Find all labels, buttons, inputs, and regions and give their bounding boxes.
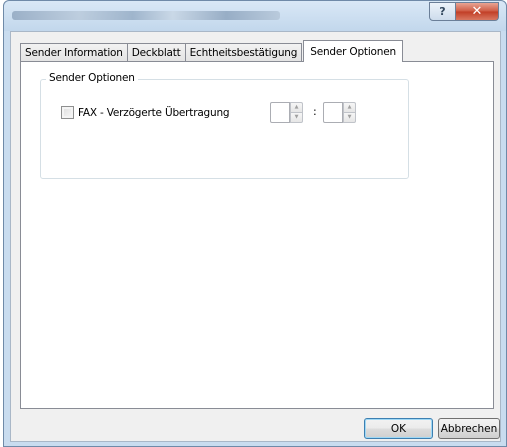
group-title: Sender Optionen bbox=[46, 72, 138, 84]
minutes-spin-buttons: ▲ ▼ bbox=[343, 102, 356, 123]
tab-panel: Sender Optionen FAX - Verzögerte Übertra… bbox=[20, 61, 494, 409]
sender-options-group: Sender Optionen FAX - Verzögerte Übertra… bbox=[40, 72, 409, 179]
minutes-spinner[interactable]: ▲ ▼ bbox=[323, 102, 356, 123]
dialog-window: ? ✕ Sender Information Deckblatt Echthei… bbox=[3, 0, 507, 447]
blurred-window-title bbox=[12, 11, 280, 20]
tab-deckblatt[interactable]: Deckblatt bbox=[126, 43, 186, 62]
minutes-input[interactable] bbox=[323, 102, 343, 123]
dialog-client-area: Sender Information Deckblatt Echtheitsbe… bbox=[10, 31, 501, 442]
delayed-fax-checkbox[interactable] bbox=[61, 106, 74, 119]
hours-spinner[interactable]: ▲ ▼ bbox=[270, 102, 303, 123]
delayed-fax-option[interactable]: FAX - Verzögerte Übertragung bbox=[61, 106, 230, 119]
title-bar-buttons: ? ✕ bbox=[429, 2, 499, 21]
hours-down-arrow-icon[interactable]: ▼ bbox=[290, 112, 303, 123]
minutes-up-arrow-icon[interactable]: ▲ bbox=[343, 102, 356, 112]
tab-sender-optionen[interactable]: Sender Optionen bbox=[303, 40, 403, 62]
hours-up-arrow-icon[interactable]: ▲ bbox=[290, 102, 303, 112]
delayed-fax-label[interactable]: FAX - Verzögerte Übertragung bbox=[78, 107, 230, 119]
help-button[interactable]: ? bbox=[429, 2, 456, 21]
time-separator: : bbox=[313, 105, 317, 118]
tab-sender-information[interactable]: Sender Information bbox=[20, 43, 128, 62]
tab-strip: Sender Information Deckblatt Echtheitsbe… bbox=[20, 40, 403, 62]
title-bar[interactable]: ? ✕ bbox=[4, 1, 506, 31]
hours-spin-buttons: ▲ ▼ bbox=[290, 102, 303, 123]
tab-echtheitsbestaetigung[interactable]: Echtheitsbestätigung bbox=[184, 43, 303, 62]
close-button[interactable]: ✕ bbox=[456, 2, 499, 21]
ok-button[interactable]: OK bbox=[364, 418, 433, 439]
hours-input[interactable] bbox=[270, 102, 290, 123]
cancel-button[interactable]: Abbrechen bbox=[438, 418, 500, 439]
minutes-down-arrow-icon[interactable]: ▼ bbox=[343, 112, 356, 123]
